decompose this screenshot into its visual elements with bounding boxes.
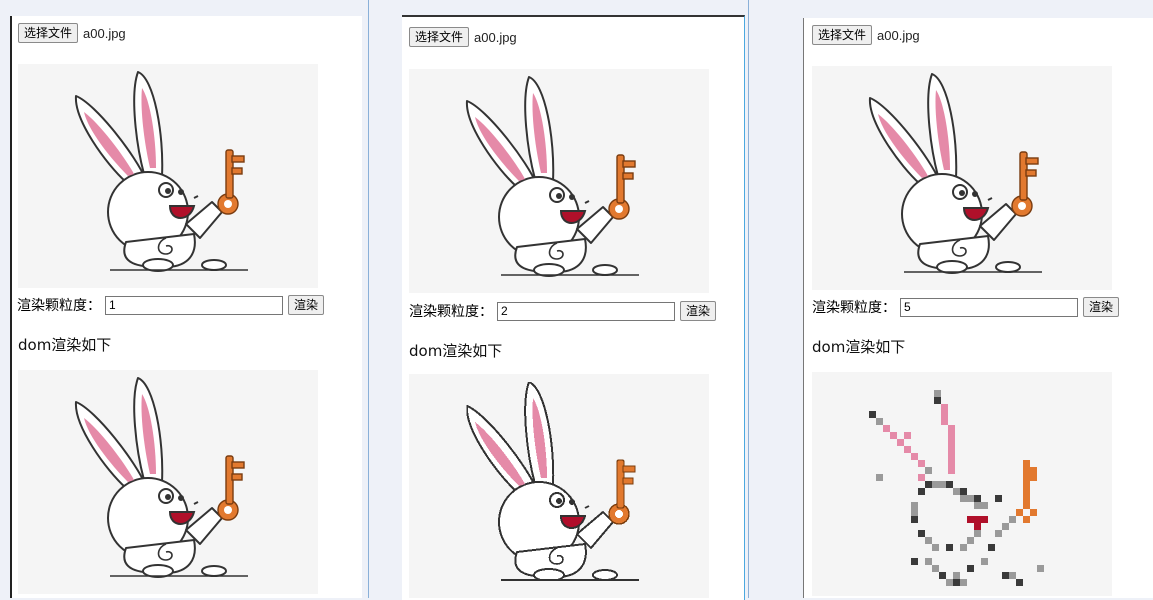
demo-panel-granularity-2: 选择文件 a00.jpg 渲染颗粒度： 渲染 dom渲染如下 xyxy=(402,15,745,600)
granularity-label: 渲染颗粒度： xyxy=(17,298,101,314)
granularity-input[interactable] xyxy=(105,295,283,315)
dom-rendered-image xyxy=(409,374,709,598)
file-name: a00.jpg xyxy=(83,25,126,41)
rabbit-illustration xyxy=(868,73,1042,274)
demo-panel-granularity-1: 选择文件 a00.jpg 渲染颗粒度： 渲染 dom渲染如下 xyxy=(10,16,362,598)
rabbit-illustration xyxy=(465,381,639,582)
render-button[interactable]: 渲染 xyxy=(288,295,325,315)
demo-panel-granularity-5: 选择文件 a00.jpg 渲染颗粒度： 渲染 dom渲染如下 xyxy=(803,18,1153,598)
layout-guide-line xyxy=(748,0,749,598)
granularity-input[interactable] xyxy=(497,301,675,321)
source-image xyxy=(18,64,318,288)
render-button[interactable]: 渲染 xyxy=(680,301,717,321)
granularity-label: 渲染颗粒度： xyxy=(812,300,896,316)
layout-guide-line xyxy=(368,0,369,598)
choose-file-button[interactable]: 选择文件 xyxy=(812,25,873,45)
render-button[interactable]: 渲染 xyxy=(1083,297,1120,317)
file-name: a00.jpg xyxy=(877,27,920,43)
file-name: a00.jpg xyxy=(474,29,517,45)
dom-rendered-image xyxy=(812,372,1112,596)
rabbit-illustration xyxy=(74,71,248,272)
granularity-label: 渲染颗粒度： xyxy=(409,304,493,320)
rabbit-illustration xyxy=(74,377,248,578)
dom-rendered-image xyxy=(18,370,318,594)
dom-render-title: dom渲染如下 xyxy=(812,338,906,356)
rabbit-illustration xyxy=(465,76,639,277)
choose-file-button[interactable]: 选择文件 xyxy=(18,23,79,43)
dom-render-title: dom渲染如下 xyxy=(409,342,503,360)
choose-file-button[interactable]: 选择文件 xyxy=(409,27,470,47)
dom-render-title: dom渲染如下 xyxy=(18,336,112,354)
granularity-input[interactable] xyxy=(900,297,1078,317)
source-image xyxy=(812,66,1112,290)
rabbit-illustration xyxy=(869,390,1044,586)
source-image xyxy=(409,69,709,293)
